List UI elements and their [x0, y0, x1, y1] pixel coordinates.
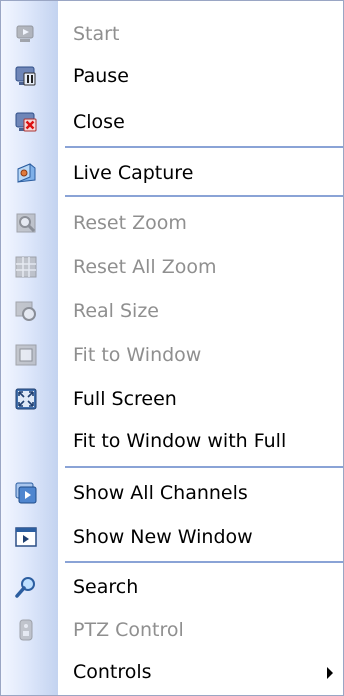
show-new-window-icon	[14, 525, 38, 549]
menu-item-label: Live Capture	[73, 162, 194, 184]
menu-item-label: Real Size	[73, 300, 160, 322]
separator	[65, 146, 343, 148]
live-capture-icon	[14, 161, 38, 185]
menu-item-label: Pause	[73, 65, 129, 87]
separator	[65, 195, 343, 197]
menu-item-ptz-control[interactable]: PTZ Control	[1, 608, 343, 652]
menu-item-label: Reset Zoom	[73, 212, 187, 234]
reset-zoom-icon	[14, 211, 38, 235]
menu-item-label: Search	[73, 576, 139, 598]
menu-item-start[interactable]: Start	[1, 12, 343, 56]
submenu-arrow-icon	[327, 667, 333, 679]
menu-item-show-all-channels[interactable]: Show All Channels	[1, 471, 343, 515]
menu-item-label: Fit to Window	[73, 344, 202, 366]
menu-item-reset-all-zoom[interactable]: Reset All Zoom	[1, 245, 343, 289]
full-screen-icon	[14, 387, 38, 411]
real-size-icon	[14, 299, 38, 323]
menu-item-label: Show All Channels	[73, 482, 248, 504]
menu-item-label: Controls	[73, 661, 152, 683]
menu-item-controls[interactable]: Controls	[1, 650, 343, 694]
menu-item-label: Close	[73, 111, 125, 133]
menu-item-reset-zoom[interactable]: Reset Zoom	[1, 201, 343, 245]
menu-item-label: Start	[73, 23, 120, 45]
separator	[65, 466, 343, 468]
separator	[65, 561, 343, 563]
menu-item-live-capture[interactable]: Live Capture	[1, 151, 343, 195]
menu-item-label: Show New Window	[73, 526, 253, 548]
pause-icon	[14, 64, 38, 88]
menu-item-show-new-window[interactable]: Show New Window	[1, 515, 343, 559]
ptz-control-icon	[14, 618, 38, 642]
menu-item-label: Full Screen	[73, 388, 177, 410]
menu-item-fit-to-window-with-full[interactable]: Fit to Window with Full	[1, 419, 343, 463]
show-all-channels-icon	[14, 481, 38, 505]
reset-all-zoom-icon	[14, 255, 38, 279]
close-icon	[14, 110, 38, 134]
menu-item-label: PTZ Control	[73, 619, 184, 641]
search-icon	[14, 575, 38, 599]
menu-item-label: Fit to Window with Full	[73, 430, 287, 452]
menu-item-real-size[interactable]: Real Size	[1, 289, 343, 333]
fit-to-window-icon	[14, 343, 38, 367]
menu-item-label: Reset All Zoom	[73, 256, 217, 278]
menu-item-pause[interactable]: Pause	[1, 54, 343, 98]
menu-item-full-screen[interactable]: Full Screen	[1, 377, 343, 421]
menu-item-search[interactable]: Search	[1, 565, 343, 609]
context-menu: Start Pause Close Live Capture Reset Zoo…	[0, 0, 344, 696]
start-icon	[14, 22, 38, 46]
menu-item-fit-to-window[interactable]: Fit to Window	[1, 333, 343, 377]
menu-item-close[interactable]: Close	[1, 100, 343, 144]
